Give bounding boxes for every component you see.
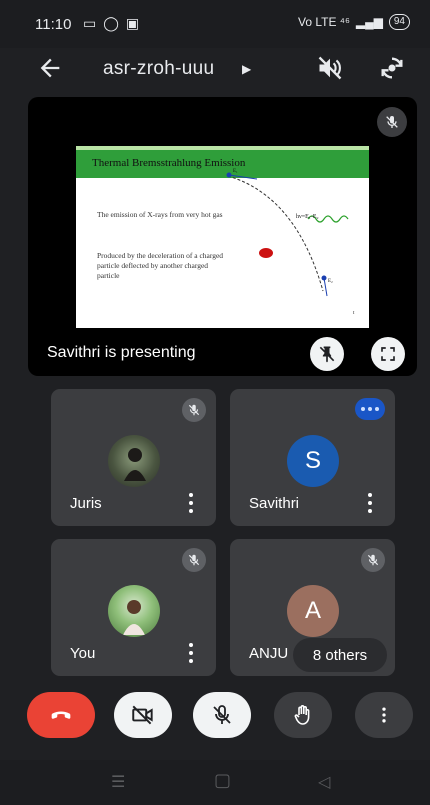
unpin-button[interactable]	[310, 337, 344, 371]
gallery-icon: ▣	[125, 15, 140, 31]
avatar: A	[287, 585, 339, 637]
mic-toggle-button[interactable]	[193, 692, 251, 738]
notification-icons: ▭ ◯ ▣	[83, 15, 139, 32]
cast-icon: ▭	[83, 15, 97, 31]
avatar-initial: S	[304, 447, 321, 474]
raise-hand-button[interactable]	[274, 692, 332, 738]
camera-switch-icon	[381, 57, 403, 79]
meeting-code[interactable]: asr-zroh-uuu	[103, 58, 214, 80]
whatsapp-icon: ◯	[103, 15, 119, 31]
recents-icon[interactable]: ☰	[111, 772, 125, 792]
back-button[interactable]	[36, 54, 64, 82]
avatar	[108, 585, 160, 637]
battery-indicator: 94	[388, 14, 410, 30]
more-vert-icon	[382, 707, 386, 723]
camera-toggle-button[interactable]	[114, 692, 172, 738]
participant-name: Juris	[70, 495, 102, 512]
pin-off-icon	[319, 346, 335, 363]
presentation-tile[interactable]: Thermal Bremsstrahlung Emission The emis…	[28, 97, 417, 376]
participant-name: You	[70, 645, 96, 662]
avatar-initial: A	[304, 597, 321, 624]
mic-off-icon	[213, 705, 231, 724]
end-call-button[interactable]	[27, 692, 95, 738]
mic-off-icon	[182, 548, 206, 572]
participant-name: ANJU	[249, 645, 289, 662]
speaker-off-icon	[318, 56, 342, 80]
participant-tile[interactable]: Juris	[51, 389, 216, 526]
avatar: S	[287, 435, 339, 487]
participant-menu-button[interactable]	[188, 493, 194, 513]
system-nav-bar: ☰ ▢ ◁	[0, 760, 430, 805]
participant-name: Savithri	[249, 495, 300, 512]
back-nav-icon[interactable]: ◁	[318, 772, 330, 792]
audio-off-button[interactable]	[316, 54, 344, 82]
speaking-indicator	[355, 398, 385, 420]
status-right: Vo LTE ⁴⁶ ▂▄▆ 94	[298, 14, 410, 30]
mic-off-icon	[361, 548, 385, 572]
svg-text:t: t	[353, 311, 355, 316]
mic-off-icon	[182, 398, 206, 422]
presentation-mute-badge	[377, 107, 407, 137]
signal-icon: ▂▄▆	[355, 15, 383, 29]
fullscreen-icon	[381, 347, 395, 361]
app-bar: asr-zroh-uuu ▶	[0, 48, 430, 94]
presenter-label: Savithri is presenting	[47, 344, 196, 361]
slide-diagram: E₁ E₂ t	[226, 169, 355, 316]
caret-right-icon[interactable]: ▶	[242, 62, 251, 76]
avatar	[108, 435, 160, 487]
others-chip[interactable]: 8 others	[293, 638, 387, 672]
status-bar: 11:10 ▭ ◯ ▣ Vo LTE ⁴⁶ ▂▄▆ 94	[0, 0, 430, 48]
more-options-button[interactable]	[355, 692, 413, 738]
phone-hangup-icon	[51, 711, 71, 719]
mic-off-icon	[386, 116, 398, 128]
switch-camera-button[interactable]	[378, 54, 406, 82]
hand-icon	[294, 705, 310, 725]
participant-menu-button[interactable]	[188, 643, 194, 663]
svg-text:E₁: E₁	[233, 169, 238, 174]
participant-tile[interactable]: S Savithri	[230, 389, 395, 526]
call-controls	[0, 692, 430, 756]
fullscreen-button[interactable]	[371, 337, 405, 371]
svg-text:E₂: E₂	[328, 279, 333, 284]
participant-menu-button[interactable]	[367, 493, 373, 513]
network-label: Vo LTE ⁴⁶	[298, 15, 350, 29]
arrow-left-icon	[40, 58, 60, 78]
home-icon[interactable]: ▢	[214, 770, 231, 791]
shared-slide: Thermal Bremsstrahlung Emission The emis…	[76, 146, 369, 328]
status-time: 11:10	[35, 16, 72, 33]
slide-equation: hν=E₁-E₂	[296, 214, 319, 220]
participant-tile[interactable]: You	[51, 539, 216, 676]
videocam-off-icon	[132, 705, 153, 725]
